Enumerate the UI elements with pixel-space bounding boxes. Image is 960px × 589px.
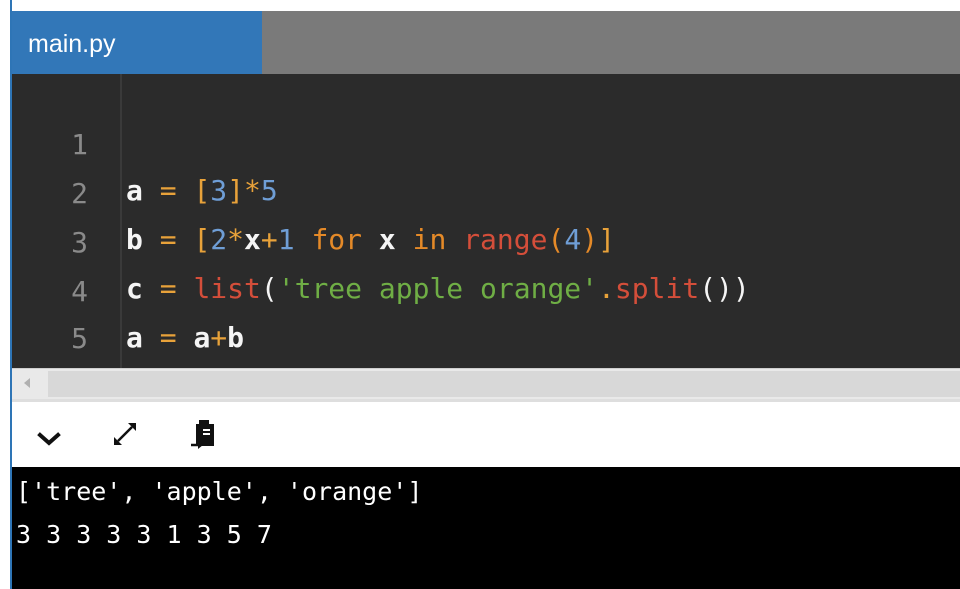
horizontal-scrollbar[interactable]: [12, 368, 960, 399]
output-toolbar: [12, 399, 960, 467]
code-text[interactable]: a = a+b: [126, 315, 244, 361]
gutter-divider: [120, 74, 122, 368]
output-console[interactable]: ['tree', 'apple', 'orange'] 3 3 3 3 3 1 …: [12, 467, 960, 589]
chevron-down-icon[interactable]: [34, 424, 64, 454]
code-line-2: 2 b = [2*x+1 for x in range(4)]: [12, 125, 615, 256]
code-line-5: 5 print(c): [12, 270, 261, 401]
clipboard-icon[interactable]: [190, 418, 220, 449]
tab-label: main.py: [28, 30, 116, 58]
code-text[interactable]: c = list('tree apple orange'.split()): [126, 266, 750, 312]
tab-bar: main.py: [12, 0, 960, 74]
code-editor[interactable]: 1 a = [3]*5 2 b = [2*x+1 for x in range(…: [12, 74, 960, 447]
code-text[interactable]: a = [3]*5: [126, 168, 278, 214]
code-line-4: 4 a = a+b: [12, 223, 244, 354]
tab-main-py[interactable]: main.py: [12, 11, 262, 74]
expand-icon[interactable]: [110, 419, 140, 449]
output-line: ['tree', 'apple', 'orange']: [16, 477, 423, 506]
output-line: 3 3 3 3 3 1 3 5 7: [16, 520, 272, 549]
tab-bar-top-strip: [12, 0, 960, 11]
code-text[interactable]: b = [2*x+1 for x in range(4)]: [126, 217, 615, 263]
scrollbar-thumb[interactable]: [48, 371, 960, 397]
code-line-6: 6 print(*a): [12, 316, 278, 447]
code-line-3: 3 c = list('tree apple orange'.split()): [12, 174, 750, 305]
scroll-left-arrow-icon[interactable]: [24, 378, 30, 388]
code-line-1: 1 a = [3]*5: [12, 76, 278, 207]
